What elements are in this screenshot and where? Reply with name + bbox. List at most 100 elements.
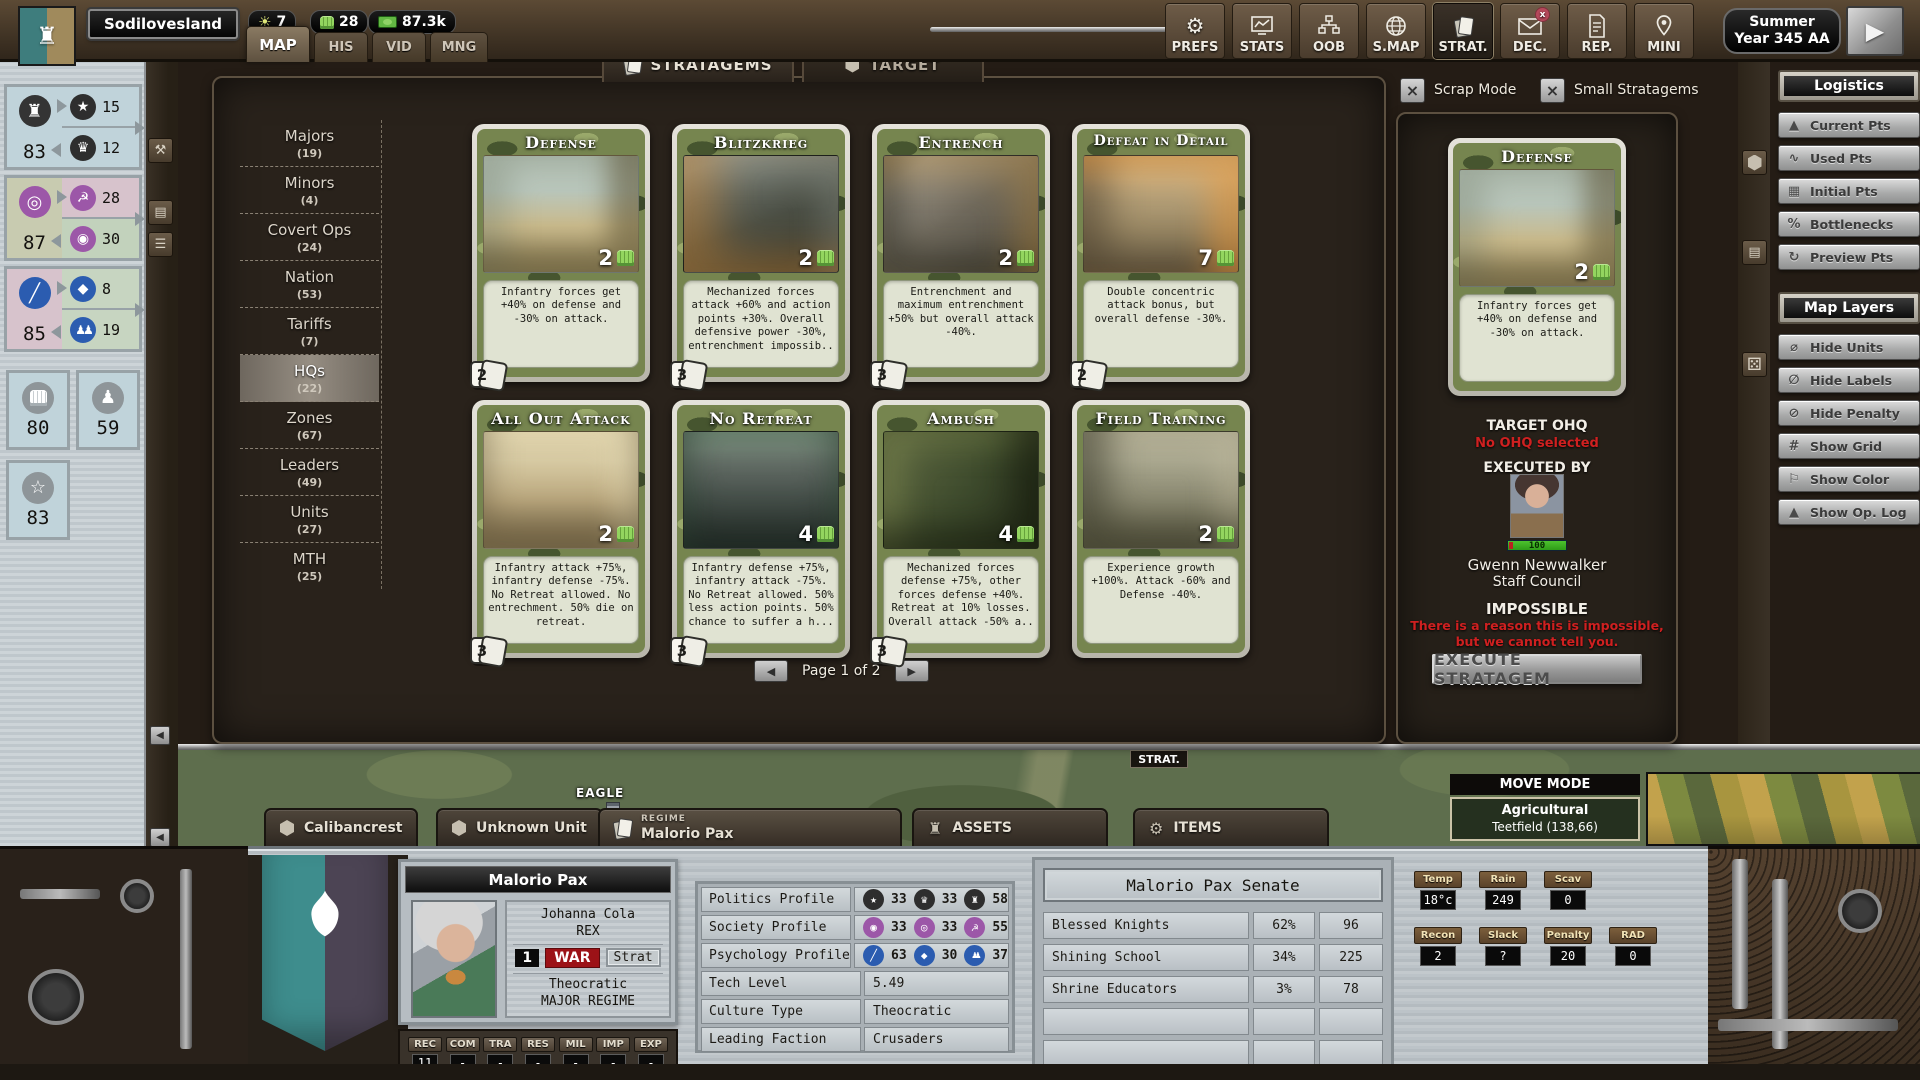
- world-map[interactable]: STRAT. EAGLE Calibancrest Unknown Unit R…: [178, 744, 1920, 846]
- castle-icon: ♜: [36, 22, 58, 50]
- fist-icon: [617, 250, 634, 266]
- turn-date-display: Summer Year 345 AA: [1723, 8, 1841, 54]
- regime-class: MAJOR REGIME: [541, 994, 635, 1011]
- stats-button[interactable]: STATS: [1232, 3, 1292, 59]
- logistics-map-sidebar: Logistics ▲ Current Pts ∿ Used Pts ▦ Ini…: [1778, 70, 1920, 532]
- top-bar: Sodilovesland ☀ 7 28 87.3k MAP HIS VID M…: [0, 0, 1920, 62]
- stratagem-card-defeat-in-detail[interactable]: Defeat in Detail 7 Double concentric att…: [1072, 124, 1250, 382]
- terrain-preview[interactable]: [1646, 772, 1920, 846]
- menu-icon: ☰: [155, 237, 167, 252]
- category-zones[interactable]: Zones (67): [240, 402, 379, 449]
- stratagem-card-all-out-attack[interactable]: All Out Attack 2 Infantry attack +75%, i…: [472, 400, 650, 658]
- category-hqs[interactable]: HQs (22): [240, 355, 379, 402]
- show-grid-button[interactable]: # Show Grid: [1778, 433, 1920, 459]
- used-pts-button[interactable]: ∿ Used Pts: [1778, 145, 1920, 171]
- category-covert-ops[interactable]: Covert Ops (24): [240, 214, 379, 261]
- strat-button[interactable]: STRAT.: [1433, 3, 1493, 59]
- hide-penalty-button[interactable]: ⊘ Hide Penalty: [1778, 400, 1920, 426]
- end-turn-button[interactable]: ▶: [1846, 6, 1904, 56]
- stratagem-card-no-retreat[interactable]: No Retreat 4 Infantry defense +75%, infa…: [672, 400, 850, 658]
- play-icon: ▶: [1866, 17, 1884, 45]
- prev-page-button[interactable]: ◀: [754, 660, 788, 682]
- card-count-badge: 3: [870, 361, 894, 388]
- side-tool-box-button[interactable]: ▤: [148, 200, 173, 225]
- small-stratagems-checkbox[interactable]: ×: [1540, 78, 1565, 103]
- side-tool-hammer-button[interactable]: ⚒: [148, 138, 173, 163]
- stratagem-card-entrench[interactable]: Entrench 2 Entrenchment and maximum entr…: [872, 124, 1050, 382]
- selected-stratagem-card[interactable]: Defense 2 Infantry forces get +40% on de…: [1448, 138, 1626, 396]
- oob-button[interactable]: OOB: [1299, 3, 1359, 59]
- category-units[interactable]: Units (27): [240, 496, 379, 543]
- hide-units-button[interactable]: ⌀ Hide Units: [1778, 334, 1920, 360]
- category-majors[interactable]: Majors (19): [240, 120, 379, 167]
- arrow-decoration: [57, 190, 67, 204]
- side-tool-dice-button[interactable]: ⚄: [1742, 352, 1767, 377]
- state-control-stat: ◉ 30: [62, 217, 139, 258]
- preview-pts-button[interactable]: ↻ Preview Pts: [1778, 244, 1920, 270]
- arrow-decoration: [51, 143, 61, 157]
- resource-value: 87.3k: [402, 14, 446, 30]
- hide-labels-button[interactable]: ∅ Hide Labels: [1778, 367, 1920, 393]
- prefs-button[interactable]: ⚙ PREFS: [1165, 3, 1225, 59]
- stratagem-card-blitzkrieg[interactable]: Blitzkrieg 2 Mechanized forces attack +6…: [672, 124, 850, 382]
- tab-regime-malorio-pax[interactable]: REGIME Malorio Pax: [598, 808, 902, 846]
- category-minors[interactable]: Minors (4): [240, 167, 379, 214]
- arrow-decoration: [135, 303, 145, 317]
- reports-button[interactable]: REP.: [1567, 3, 1627, 59]
- category-nation[interactable]: Nation (53): [240, 261, 379, 308]
- culture-type: Theocratic: [541, 977, 635, 994]
- card-count-badge: 3: [670, 361, 694, 388]
- strat-badge[interactable]: Strat: [606, 948, 661, 967]
- fist-icon: [817, 526, 834, 542]
- side-tool-menu-button[interactable]: ☰: [148, 232, 173, 257]
- recon-stat: Recon 2: [1414, 927, 1462, 966]
- executor-portrait[interactable]: [1510, 474, 1564, 538]
- show-color-button[interactable]: ⚐ Show Color: [1778, 466, 1920, 492]
- politics-stat-group: ♜ 83 ★ 15 ♛ 12: [4, 84, 142, 170]
- category-leaders[interactable]: Leaders (49): [240, 449, 379, 496]
- map-scroll-left-button[interactable]: ◀: [150, 726, 170, 745]
- scrap-mode-checkbox[interactable]: ×: [1400, 78, 1425, 103]
- execute-stratagem-button[interactable]: EXECUTE STRATAGEM: [1432, 654, 1642, 684]
- tab-map[interactable]: MAP: [246, 26, 310, 62]
- road-icon: ▲: [1785, 118, 1803, 133]
- society-stat-group: ◎ 87 ☭ 28 ◉ 30: [4, 175, 142, 261]
- tab-assets[interactable]: ♜ ASSETS: [912, 808, 1108, 846]
- tab-city-calibancrest[interactable]: Calibancrest: [264, 808, 418, 846]
- side-tool-hex-button[interactable]: [1742, 150, 1767, 175]
- category-mth[interactable]: MTH (25): [240, 543, 379, 589]
- current-pts-button[interactable]: ▲ Current Pts: [1778, 112, 1920, 138]
- tab-mng[interactable]: MNG: [430, 32, 488, 62]
- arrow-decoration: [57, 99, 67, 113]
- side-tool-stack-button[interactable]: ▤: [1742, 240, 1767, 265]
- cash-icon: [378, 16, 397, 28]
- nation-name: Sodilovesland: [104, 15, 222, 33]
- tab-unknown-unit[interactable]: Unknown Unit: [436, 808, 603, 846]
- minimap-button[interactable]: MINI: [1634, 3, 1694, 59]
- category-tariffs[interactable]: Tariffs (7): [240, 308, 379, 355]
- flag-icon: ⚐: [1785, 472, 1803, 487]
- show-op-log-button[interactable]: ▲ Show Op. Log: [1778, 499, 1920, 525]
- rad-stat: RAD 0: [1609, 927, 1657, 966]
- grad-cap-icon: ◆: [914, 945, 935, 966]
- map-pin-icon: [1653, 13, 1675, 39]
- leader-portrait[interactable]: [411, 900, 497, 1018]
- stratagem-card-field-training[interactable]: Field Training 2 Experience growth +100%…: [1072, 400, 1250, 658]
- tab-items[interactable]: ⚙ ITEMS: [1133, 808, 1329, 846]
- arrow-decoration: [51, 325, 61, 339]
- senate-faction-row: Shining School 34% 225: [1043, 944, 1383, 971]
- stratagem-card-ambush[interactable]: Ambush 4 Mechanized forces defense +75%,…: [872, 400, 1050, 658]
- right-arrow-icon: ▶: [907, 665, 915, 678]
- smap-button[interactable]: S.MAP: [1366, 3, 1426, 59]
- stratagem-card-defense[interactable]: Defense 2 Infantry forces get +40% on de…: [472, 124, 650, 382]
- card-artwork: 2: [883, 155, 1039, 273]
- tab-vid[interactable]: VID: [372, 32, 426, 62]
- decisions-button[interactable]: DEC.: [1500, 3, 1560, 59]
- gear-icon: ⚙: [1186, 13, 1205, 39]
- bottlenecks-button[interactable]: % Bottlenecks: [1778, 211, 1920, 237]
- initial-pts-button[interactable]: ▦ Initial Pts: [1778, 178, 1920, 204]
- hide-penalty-icon: ⊘: [1785, 406, 1803, 421]
- leader-title: REX: [513, 924, 662, 941]
- map-scroll-left-lower-button[interactable]: ◀: [150, 828, 170, 847]
- tab-his[interactable]: HIS: [314, 32, 368, 62]
